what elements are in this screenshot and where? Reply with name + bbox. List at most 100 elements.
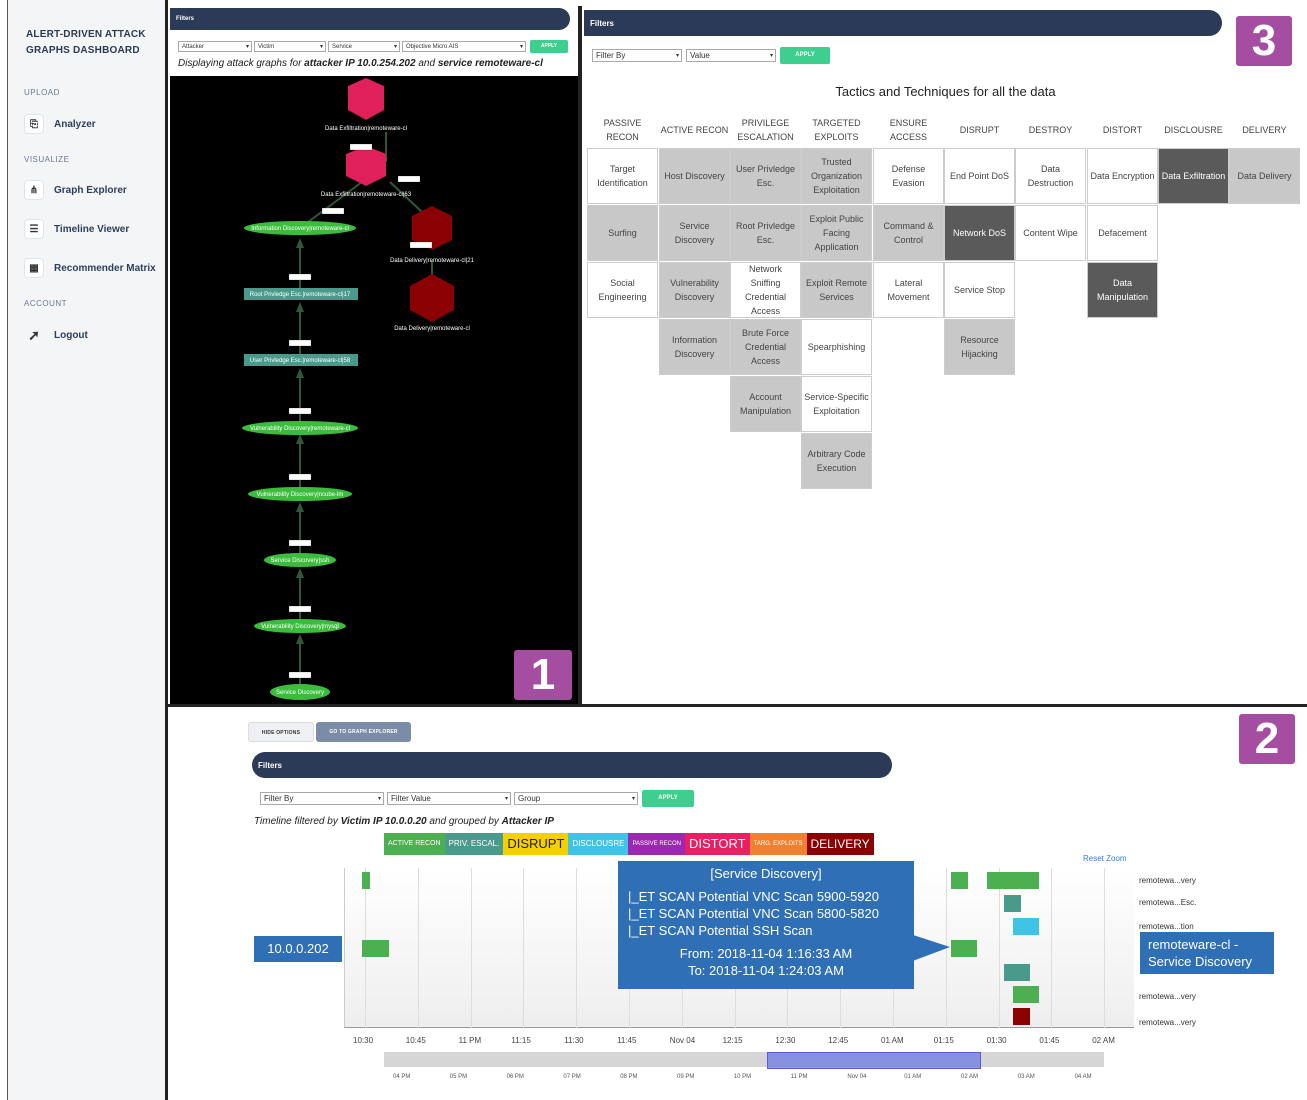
gridline	[417, 868, 419, 1028]
gridline	[998, 868, 1000, 1028]
section-visualize: VISUALIZE	[24, 155, 70, 164]
graph-node-label: Vulnerability Discovery|ncube-lm	[257, 492, 344, 498]
technique-cell[interactable]: End Point DoS	[944, 148, 1015, 204]
tactic-header: PRIVILEGE ESCALATION	[737, 118, 794, 142]
legend-item[interactable]: ACTIVE RECON	[384, 833, 445, 855]
technique-cell[interactable]: Network Sniffing Credential Access	[730, 262, 801, 318]
section-upload: UPLOAD	[24, 88, 60, 97]
graph-node[interactable]	[348, 78, 384, 120]
graph-node-label: User Privledge Esc.|remoteware-cl|58	[250, 358, 351, 364]
technique-cell[interactable]: User Privledge Esc.	[730, 148, 801, 204]
legend-item[interactable]: TARG. EXPLOITS	[749, 833, 807, 855]
technique-cell[interactable]: Account Manipulation	[730, 376, 801, 432]
value-select[interactable]: Value	[686, 49, 776, 62]
timeline-event-bar[interactable]	[1013, 986, 1039, 1003]
technique-cell[interactable]: Data Destruction	[1015, 148, 1086, 204]
timeline-event-bar[interactable]	[987, 872, 1039, 889]
hide-options-button[interactable]: HIDE OPTIONS	[248, 722, 314, 742]
graph-icon: ⋔	[24, 180, 44, 200]
technique-cell[interactable]: Target Identification	[587, 148, 658, 204]
technique-cell[interactable]: Information Discovery	[659, 319, 730, 375]
sidebar-item-label: Timeline Viewer	[54, 223, 130, 235]
app-brand: ALERT-DRIVEN ATTACK GRAPHS DASHBOARD	[26, 29, 146, 56]
technique-cell[interactable]: Service Stop	[944, 262, 1015, 318]
technique-cell[interactable]: Trusted Organization Exploitation	[801, 148, 872, 204]
sidebar-item-timeline-viewer[interactable]: ☰ Timeline Viewer	[24, 217, 129, 241]
apply-button[interactable]: APPLY	[530, 40, 568, 53]
go-to-graph-explorer-button[interactable]: GO TO GRAPH EXPLORER	[316, 722, 411, 742]
technique-cell[interactable]: Lateral Movement	[873, 262, 944, 318]
timeline-event-bar[interactable]	[362, 940, 389, 957]
gridline	[470, 868, 472, 1028]
technique-cell[interactable]: Data Encryption	[1087, 148, 1158, 204]
timeline-event-bar[interactable]	[1013, 918, 1039, 935]
row-label: remotewa...tion	[1139, 922, 1194, 931]
legend-item[interactable]: DELIVERY	[806, 833, 874, 855]
technique-cell[interactable]: Exploit Public Facing Application	[801, 205, 872, 261]
sidebar-item-graph-explorer[interactable]: ⋔ Graph Explorer	[24, 178, 127, 202]
navigator-tick: 04 PM	[393, 1074, 411, 1080]
attack-graph-canvas[interactable]: Data Exfiltration|remoteware-cl Data Exf…	[170, 76, 578, 704]
technique-cell[interactable]: Social Engineering	[587, 262, 658, 318]
legend-item[interactable]: DISTORT	[685, 833, 750, 855]
technique-cell[interactable]: Surfing	[587, 205, 658, 261]
technique-cell[interactable]: Brute Force Credential Access	[730, 319, 801, 375]
timeline-event-bar[interactable]	[1004, 895, 1021, 912]
graph-node[interactable]	[346, 146, 386, 186]
timeline-event-bar[interactable]	[951, 872, 968, 889]
panel-number-badge: 3	[1236, 16, 1292, 66]
victim-select[interactable]: Victim	[254, 41, 326, 52]
technique-cell[interactable]: Vulnerability Discovery	[659, 262, 730, 318]
axis-tick: 02 AM	[1092, 1036, 1115, 1045]
apply-button[interactable]: APPLY	[780, 47, 830, 64]
time-navigator[interactable]	[384, 1052, 1104, 1067]
service-select[interactable]: Service	[328, 41, 400, 52]
objective-select[interactable]: Objective Micro AIS	[402, 41, 526, 52]
legend-item[interactable]: DISCLOUSRE	[568, 833, 629, 855]
filter-by-select[interactable]: Filter By	[260, 792, 384, 805]
sidebar-item-logout[interactable]: ➚ Logout	[24, 323, 88, 347]
technique-cell[interactable]: Host Discovery	[659, 148, 730, 204]
tooltip-from: From: 2018-11-04 1:16:33 AM	[679, 946, 853, 961]
technique-cell[interactable]: Service Discovery	[659, 205, 730, 261]
technique-cell[interactable]: Content Wipe	[1015, 205, 1086, 261]
axis-tick: 01 AM	[881, 1036, 904, 1045]
technique-cell[interactable]: Data Delivery	[1229, 148, 1300, 204]
graph-node[interactable]	[410, 274, 454, 322]
technique-cell[interactable]: Network DoS	[944, 205, 1015, 261]
technique-cell[interactable]: Root Privledge Esc.	[730, 205, 801, 261]
edge-label	[397, 175, 421, 183]
timeline-event-bar[interactable]	[1004, 964, 1030, 981]
apply-button[interactable]: APPLY	[642, 790, 694, 807]
legend-item[interactable]: DISRUPT	[503, 833, 569, 855]
technique-cell[interactable]: Data Exfiltration	[1158, 148, 1229, 204]
legend-item[interactable]: PASSIVE RECON	[628, 833, 686, 855]
technique-cell[interactable]: Service-Specific Exploitation	[801, 376, 872, 432]
filter-value-select[interactable]: Filter Value	[387, 792, 511, 805]
timeline-event-bar[interactable]	[1013, 1008, 1030, 1025]
filter-by-select[interactable]: Filter By	[592, 49, 682, 62]
sidebar-item-recommender-matrix[interactable]: ▦ Recommender Matrix	[24, 256, 156, 280]
technique-cell[interactable]: Resource Hijacking	[944, 319, 1015, 375]
technique-cell[interactable]: Spearphishing	[801, 319, 872, 375]
technique-cell[interactable]: Arbitrary Code Execution	[801, 433, 872, 489]
legend-item[interactable]: PRIV. ESCAL.	[444, 833, 504, 855]
attacker-select[interactable]: Attacker	[178, 41, 252, 52]
timeline-event-bar[interactable]	[951, 940, 977, 957]
technique-cell[interactable]: Exploit Remote Services	[801, 262, 872, 318]
technique-cell[interactable]: Command & Control	[873, 205, 944, 261]
matrix-title: Tactics and Techniques for all the data	[835, 84, 1056, 99]
technique-cell[interactable]: Defacement	[1087, 205, 1158, 261]
edge-label	[288, 671, 312, 679]
navigator-tick: 05 PM	[449, 1074, 468, 1080]
group-select[interactable]: Group	[514, 792, 638, 805]
technique-cell[interactable]: Defense Evasion	[873, 148, 944, 204]
sidebar-item-analyzer[interactable]: ⎘ Analyzer	[24, 112, 96, 136]
navigator-tick: 03 AM	[1017, 1074, 1035, 1080]
technique-cell[interactable]: Data Manipulation	[1087, 262, 1158, 318]
divider	[578, 6, 582, 706]
navigator-selection[interactable]	[767, 1052, 981, 1069]
reset-zoom-link[interactable]: Reset Zoom	[1083, 854, 1127, 863]
sidebar-item-label: Analyzer	[54, 118, 96, 130]
timeline-event-bar[interactable]	[362, 872, 370, 889]
